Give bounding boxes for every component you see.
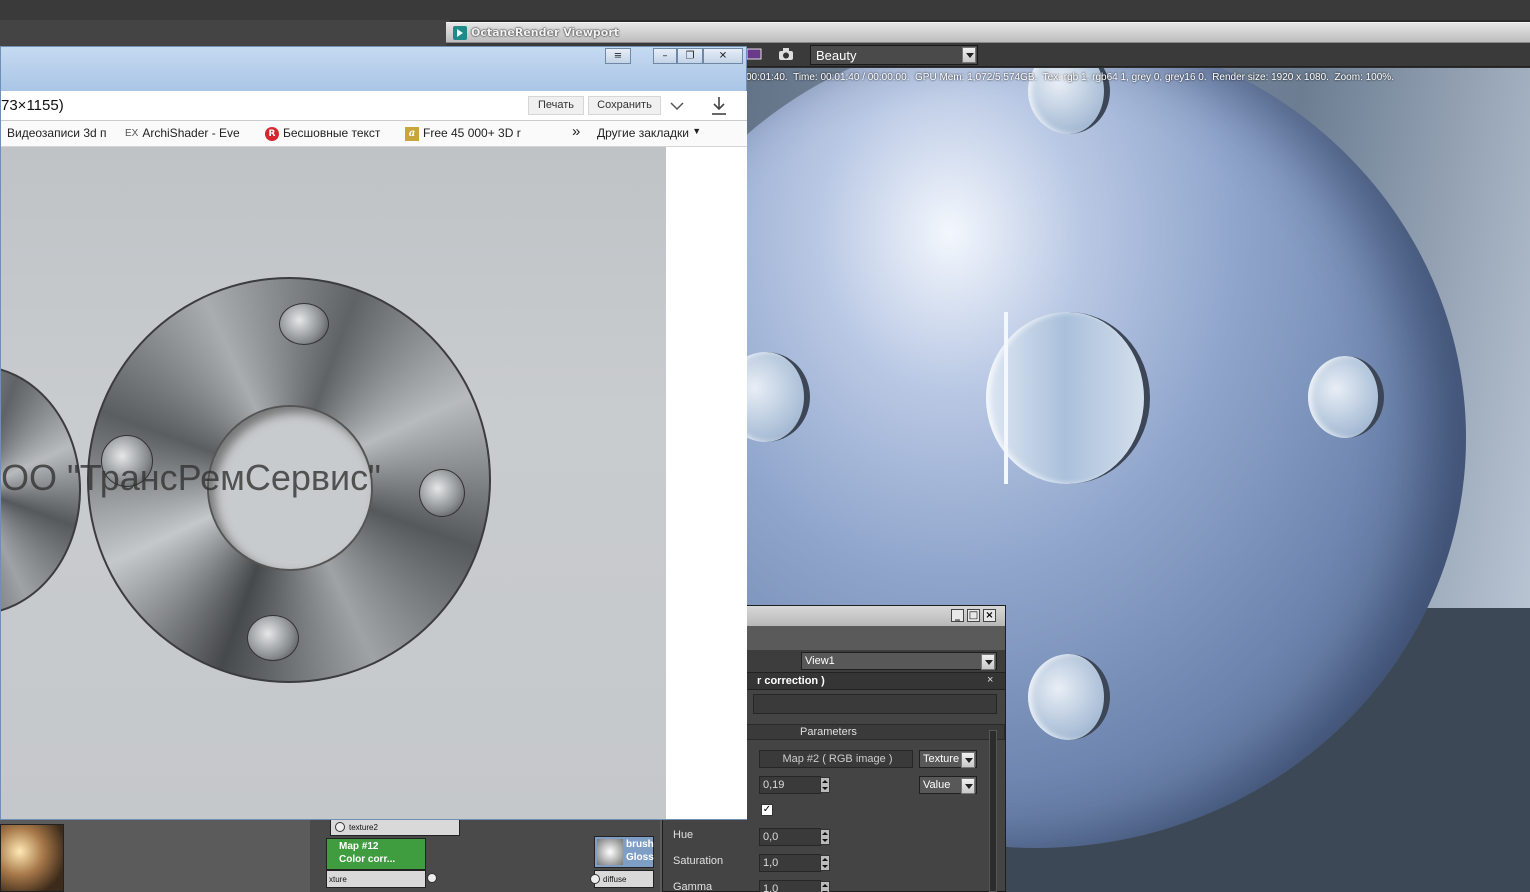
- render-stats: 00:01:40. Time: 00:01:40 / 00:00:00. GPU…: [746, 72, 1394, 83]
- hue-field[interactable]: 0,0: [759, 828, 821, 846]
- flange-photo[interactable]: ОО "ТрансРемСервис": [1, 147, 666, 819]
- gamma-spinner[interactable]: [820, 881, 830, 892]
- node-map12[interactable]: Map #12 Color corr...: [326, 838, 426, 870]
- map-name-field[interactable]: [753, 694, 997, 714]
- parameters-title: Parameters: [800, 726, 857, 738]
- minimize-icon[interactable]: _: [951, 609, 964, 622]
- map-type-value: Texture: [923, 753, 960, 765]
- address-text: 73×1155): [1, 97, 64, 114]
- close-icon[interactable]: ×: [983, 609, 996, 622]
- map-type-select[interactable]: Texture: [919, 750, 977, 768]
- render-hole-bottom: [1028, 654, 1110, 740]
- enable-checkbox[interactable]: ✓: [761, 804, 773, 816]
- chevron-down-icon[interactable]: [961, 778, 975, 794]
- render-hole-center: [986, 312, 1150, 484]
- value-type-value: Value: [923, 779, 951, 791]
- browser-content: ОО "ТрансРемСервис": [1, 147, 747, 819]
- map-button[interactable]: Map #2 ( RGB image ): [759, 750, 913, 768]
- socket-icon[interactable]: [590, 874, 600, 884]
- bookmark-label: Бесшовные текст: [283, 126, 381, 140]
- octane-titlebar[interactable]: OctaneRender Viewport: [446, 22, 1530, 43]
- render-window-reflection: [1004, 312, 1008, 484]
- node-brush-input[interactable]: diffuse: [590, 870, 654, 888]
- other-bookmarks-label: Другие закладки: [597, 126, 689, 140]
- socket-icon[interactable]: [427, 873, 437, 883]
- bookmark-item[interactable]: Видеозаписи 3d п: [7, 126, 115, 140]
- map-header-title: r correction ): [757, 675, 825, 687]
- bookmark-item[interactable]: EX ArchiShader - Eve: [125, 126, 253, 140]
- node-map12-output[interactable]: xture: [326, 870, 437, 888]
- bookmarks-overflow-button[interactable]: »: [572, 123, 580, 140]
- socket-label: diffuse: [603, 875, 627, 884]
- photo-bolt-hole: [279, 303, 329, 345]
- photo-caption: ОО "ТрансРемСервис": [1, 457, 381, 498]
- chevron-down-icon[interactable]: [665, 96, 689, 116]
- desktop-top-band: [0, 0, 1530, 20]
- node-brush-title: brush: [626, 839, 654, 850]
- bookmark-label: Видеозаписи 3d п: [7, 126, 107, 140]
- render-pass-value: Beauty: [816, 48, 857, 63]
- hue-label: Hue: [673, 829, 694, 841]
- close-icon[interactable]: ✕: [703, 48, 743, 64]
- view-select-value: View1: [805, 655, 835, 667]
- red-r-icon: R: [265, 126, 279, 141]
- photo-bolt-hole: [419, 469, 465, 517]
- value-type-select[interactable]: Value: [919, 776, 977, 794]
- saturation-field[interactable]: 1,0: [759, 854, 821, 872]
- chevron-down-icon: ▼: [692, 126, 702, 136]
- material-sphere-icon: [597, 839, 623, 865]
- node-brush[interactable]: brush Gloss: [594, 836, 654, 868]
- chevron-down-icon[interactable]: [961, 752, 975, 768]
- node-texture-row[interactable]: texture2: [330, 818, 460, 836]
- bookmark-item[interactable]: a Free 45 000+ 3D r: [405, 126, 535, 141]
- value-spinner[interactable]: [820, 777, 830, 793]
- bookmarks-bar: Видеозаписи 3d п EX ArchiShader - Eve R Бе…: [1, 121, 747, 147]
- download-icon[interactable]: [709, 95, 729, 117]
- hdri-thumbnail[interactable]: [0, 824, 64, 892]
- render-hole-right: [1308, 356, 1384, 438]
- socket-icon[interactable]: [335, 822, 345, 832]
- value-field[interactable]: 0,19: [759, 776, 821, 794]
- node-map12-title: Map #12: [339, 841, 379, 852]
- octane-logo-icon: [453, 26, 467, 40]
- socket-label: xture: [329, 875, 347, 884]
- node-brush-subtitle: Gloss: [626, 852, 654, 863]
- close-icon[interactable]: ×: [987, 674, 993, 686]
- other-bookmarks-button[interactable]: Другие закладки ▼: [597, 126, 701, 140]
- minimize-icon[interactable]: –: [653, 48, 677, 64]
- restore-icon[interactable]: ❐: [677, 48, 703, 64]
- node-map12-subtitle: Color corr...: [339, 854, 396, 865]
- panel-scrollbar[interactable]: [989, 730, 997, 892]
- browser-window: ≡ – ❐ ✕ 73×1155) Печать Сохранить Видеоз…: [0, 46, 747, 820]
- browser-titlebar[interactable]: ≡ – ❐ ✕: [1, 47, 746, 91]
- region-icon[interactable]: [746, 47, 762, 61]
- maximize-icon[interactable]: □: [967, 609, 980, 622]
- save-button[interactable]: Сохранить: [588, 96, 661, 115]
- saturation-spinner[interactable]: [820, 855, 830, 871]
- ex-icon: EX: [125, 128, 139, 140]
- slate-canvas[interactable]: texture2 Map #12 Color corr... xture bru…: [310, 818, 660, 892]
- address-bar[interactable]: 73×1155) Печать Сохранить: [1, 91, 747, 121]
- menu-icon[interactable]: ≡: [605, 48, 631, 64]
- bookmark-item[interactable]: R Бесшовные текст: [265, 126, 395, 141]
- camera-icon[interactable]: [778, 47, 794, 61]
- bookmark-label: ArchiShader - Eve: [142, 126, 240, 140]
- chevron-down-icon[interactable]: [981, 654, 995, 670]
- view-select[interactable]: View1: [801, 652, 997, 670]
- chevron-down-icon[interactable]: [962, 47, 976, 63]
- gamma-field[interactable]: 1,0: [759, 880, 821, 892]
- render-pass-select[interactable]: Beauty: [810, 45, 978, 65]
- desktop-strip: [0, 20, 450, 46]
- bookmark-label: Free 45 000+ 3D r: [423, 126, 521, 140]
- photo-bolt-hole: [247, 615, 299, 661]
- a-icon: a: [405, 126, 419, 141]
- octane-window-title: OctaneRender Viewport: [471, 26, 620, 39]
- hue-spinner[interactable]: [820, 829, 830, 845]
- slate-editor[interactable]: texture2 Map #12 Color corr... xture bru…: [0, 818, 662, 892]
- socket-label: texture2: [349, 823, 378, 832]
- saturation-label: Saturation: [673, 855, 724, 867]
- print-button[interactable]: Печать: [528, 96, 584, 115]
- gamma-label: Gamma: [673, 881, 713, 892]
